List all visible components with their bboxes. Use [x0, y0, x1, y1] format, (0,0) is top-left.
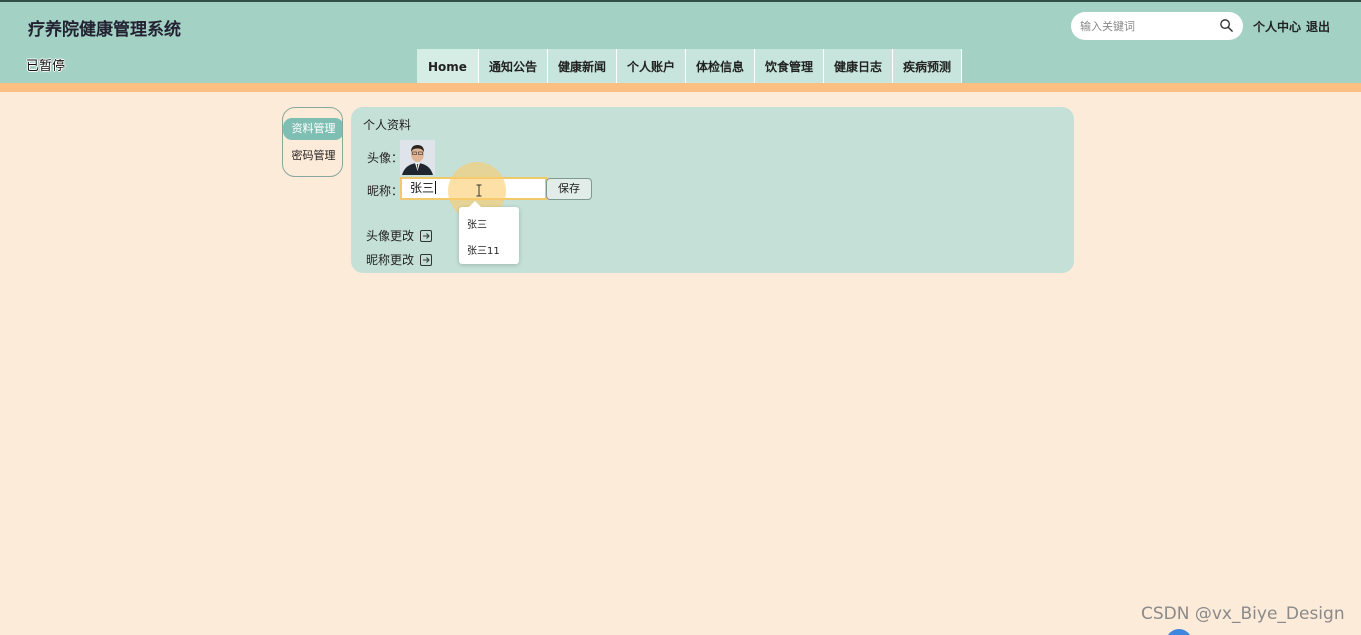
change-avatar-label: 头像更改 [366, 229, 415, 243]
autocomplete-option[interactable]: 张三11 [467, 242, 500, 257]
nav-item-disease-prediction[interactable]: 疾病预测 [893, 49, 963, 85]
change-avatar-link[interactable]: 头像更改 [366, 227, 433, 244]
nav-item-notices[interactable]: 通知公告 [478, 49, 548, 85]
search-input[interactable] [1080, 18, 1215, 34]
nav-item-health-news[interactable]: 健康新闻 [547, 49, 617, 85]
autocomplete-dropdown: 张三 张三11 [459, 201, 519, 264]
personal-center-link[interactable]: 个人中心 [1253, 18, 1301, 35]
search-box [1071, 12, 1243, 40]
floating-button[interactable] [1166, 629, 1192, 635]
top-header: 疗养院健康管理系统 已暂停 个人中心 退出 Home 通知公告 健康新闻 个人账… [0, 0, 1361, 85]
site-title: 疗养院健康管理系统 [28, 20, 181, 40]
change-nickname-link[interactable]: 昵称更改 [366, 251, 433, 268]
nickname-label: 昵称： [367, 184, 404, 198]
autocomplete-option[interactable]: 张三 [467, 216, 487, 231]
nav-item-account[interactable]: 个人账户 [616, 49, 686, 85]
main-nav: Home 通知公告 健康新闻 个人账户 体检信息 饮食管理 健康日志 疾病预测 [417, 49, 963, 85]
arrow-right-icon [420, 229, 433, 242]
sidebar-item-profile[interactable]: 资料管理 [283, 118, 342, 140]
avatar [400, 140, 435, 175]
avatar-label: 头像： [367, 151, 404, 165]
search-icon[interactable] [1219, 18, 1234, 33]
panel-title: 个人资料 [363, 118, 412, 132]
save-button[interactable]: 保存 [546, 178, 592, 200]
logout-link[interactable]: 退出 [1306, 18, 1330, 35]
nav-item-health-log[interactable]: 健康日志 [824, 49, 894, 85]
nav-item-diet[interactable]: 饮食管理 [755, 49, 825, 85]
side-menu: 资料管理 密码管理 [282, 107, 343, 177]
nickname-value: 张三 [410, 181, 435, 195]
text-cursor-icon [476, 184, 482, 197]
sidebar-item-password[interactable]: 密码管理 [283, 145, 342, 167]
nav-item-home[interactable]: Home [417, 49, 479, 85]
text-caret [435, 181, 437, 194]
avatar-photo [400, 140, 435, 175]
status-text: 已暂停 [26, 59, 66, 74]
watermark: CSDN @vx_Biye_Design [1141, 604, 1345, 624]
accent-strip [0, 83, 1361, 92]
arrow-right-icon [420, 253, 433, 266]
nav-item-checkup[interactable]: 体检信息 [685, 49, 755, 85]
change-nickname-label: 昵称更改 [366, 253, 415, 267]
